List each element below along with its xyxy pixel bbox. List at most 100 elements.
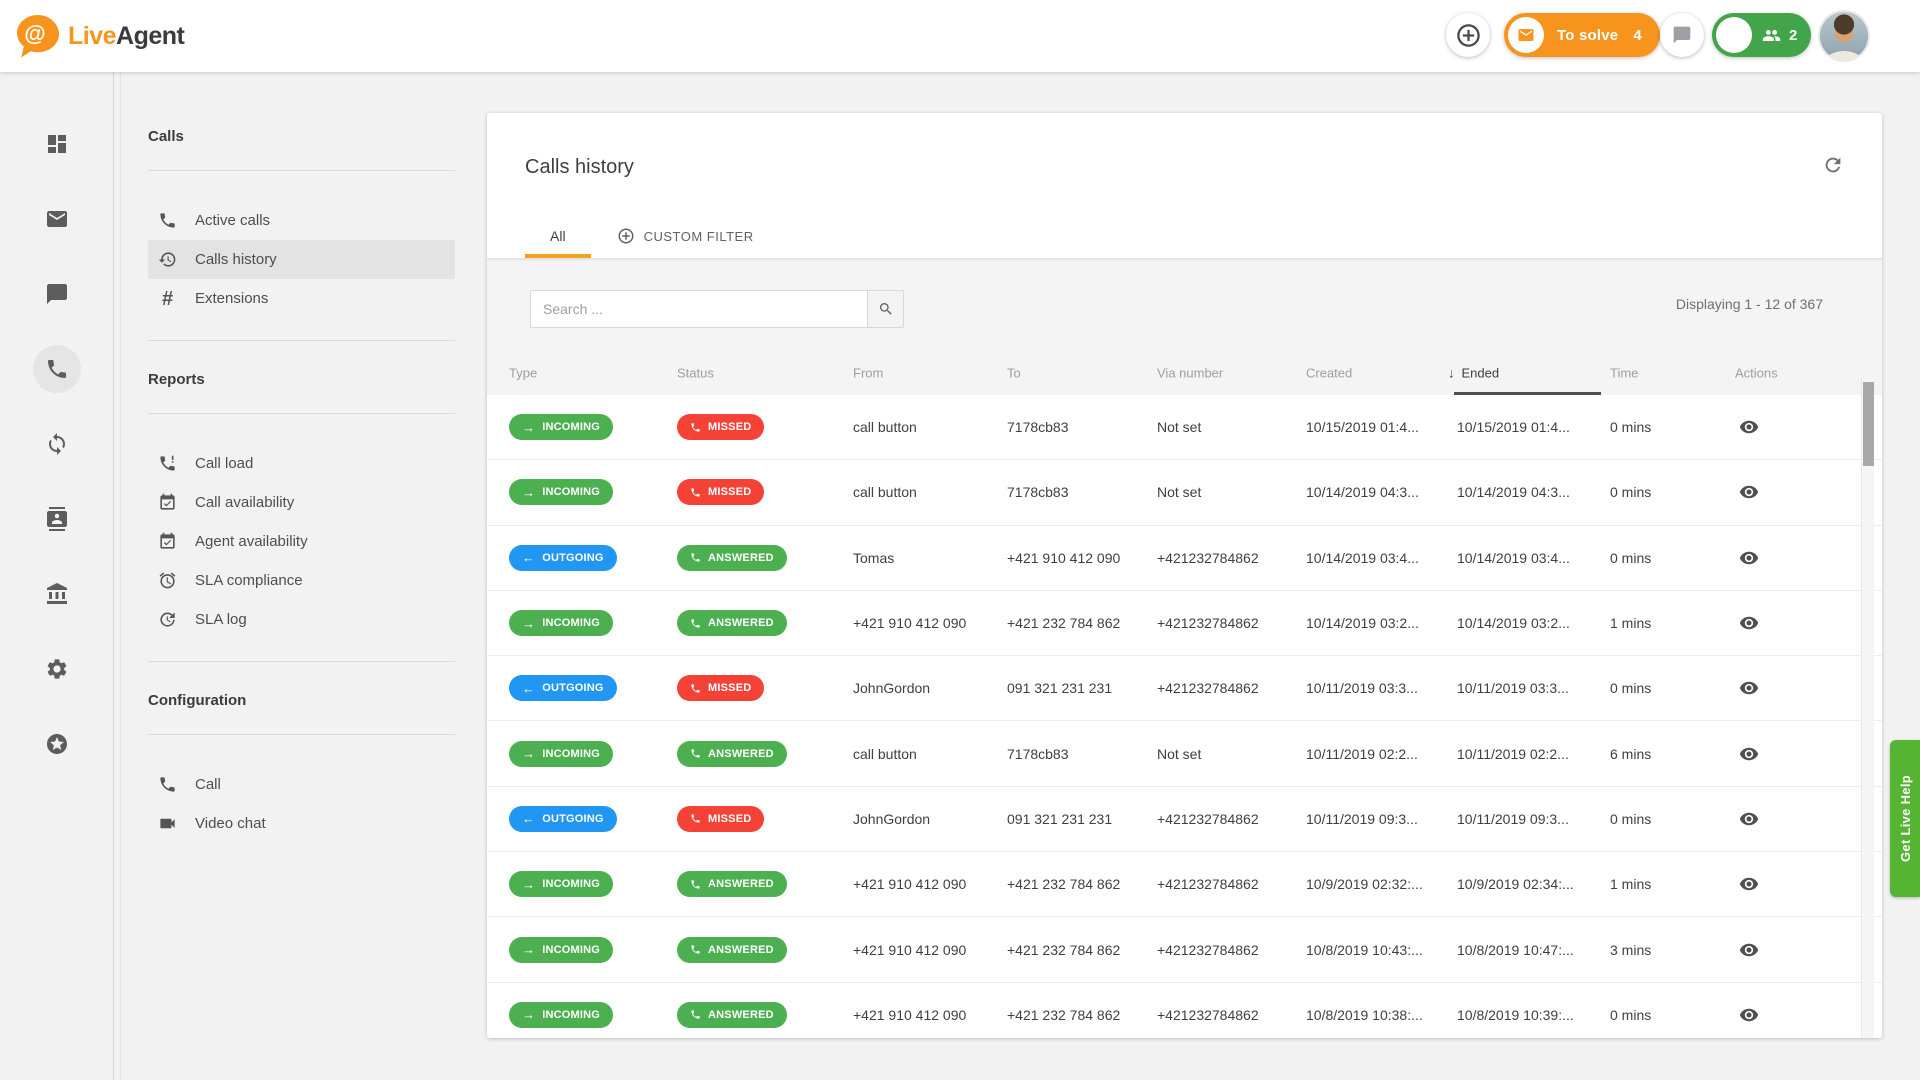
to-solve-button[interactable]: To solve 4 — [1504, 13, 1660, 57]
table-scrollbar-thumb[interactable] — [1863, 382, 1874, 466]
table-row[interactable]: →INCOMINGANSWERED+421 910 412 090+421 23… — [487, 983, 1882, 1038]
table-row[interactable]: →INCOMINGANSWERED+421 910 412 090+421 23… — [487, 917, 1882, 982]
type-badge-label: INCOMING — [542, 617, 600, 629]
cell-ended: 10/9/2019 02:34:... — [1457, 876, 1574, 892]
tab-custom-filter-label: CUSTOM FILTER — [644, 229, 754, 244]
sidebar-item-calls-history[interactable]: Calls history — [148, 240, 455, 279]
cell-type: →INCOMING — [509, 479, 613, 505]
sidebar-item-active-calls[interactable]: Active calls — [148, 201, 455, 240]
type-badge-label: INCOMING — [542, 421, 600, 433]
view-call-button[interactable] — [1735, 413, 1763, 441]
cell-actions — [1735, 870, 1763, 898]
cell-time: 0 mins — [1610, 550, 1651, 566]
cell-to: +421 232 784 862 — [1007, 876, 1120, 892]
column-header-time[interactable]: Time — [1610, 366, 1638, 381]
add-button[interactable] — [1446, 13, 1490, 57]
chats-button[interactable] — [1660, 13, 1704, 57]
column-header-status[interactable]: Status — [677, 366, 714, 381]
sidebar-item-sla-compliance[interactable]: SLA compliance — [148, 561, 455, 600]
cell-to: 7178cb83 — [1007, 484, 1069, 500]
rail-item-star[interactable] — [33, 720, 81, 768]
cell-created: 10/11/2019 03:3... — [1306, 680, 1418, 696]
tab-all[interactable]: All — [525, 214, 591, 258]
cell-ended: 10/14/2019 04:3... — [1457, 484, 1570, 500]
table-row[interactable]: →INCOMINGMISSEDcall button7178cb83Not se… — [487, 395, 1882, 460]
sidebar-item-call[interactable]: Call — [148, 765, 455, 804]
column-header-created[interactable]: Created — [1306, 366, 1352, 381]
rail-item-settings[interactable] — [33, 645, 81, 693]
search-input[interactable] — [530, 290, 868, 328]
view-call-button[interactable] — [1735, 805, 1763, 833]
rail-item-chat[interactable] — [33, 270, 81, 318]
rail-item-phone[interactable] — [33, 345, 81, 393]
bank-icon — [45, 582, 69, 606]
column-header-actions[interactable]: Actions — [1735, 366, 1778, 381]
people-icon — [1762, 26, 1781, 45]
arrow-right-icon: → — [522, 421, 535, 434]
status-badge-label: ANSWERED — [708, 944, 774, 956]
table-row[interactable]: →INCOMINGANSWERED+421 910 412 090+421 23… — [487, 852, 1882, 917]
logo-text-agent: Agent — [116, 22, 184, 51]
search-button[interactable] — [868, 290, 904, 328]
calls-history-panel: Calls history All CUSTOM FILTER — [487, 113, 1882, 1038]
table-row[interactable]: →INCOMINGMISSEDcall button7178cb83Not se… — [487, 460, 1882, 525]
eye-icon — [1739, 613, 1759, 633]
rail-item-bank[interactable] — [33, 570, 81, 618]
refresh-button[interactable] — [1811, 143, 1855, 187]
type-badge-incoming: → INCOMING — [509, 414, 613, 440]
view-call-button[interactable] — [1735, 544, 1763, 572]
nav-section-items: Call loadCall availabilityAgent availabi… — [121, 444, 466, 639]
cell-actions — [1735, 674, 1763, 702]
rail-item-sync[interactable] — [33, 420, 81, 468]
rail-item-dashboard[interactable] — [33, 120, 81, 168]
eye-icon — [1739, 1005, 1759, 1025]
active-calls-button[interactable]: 2 — [1712, 13, 1811, 57]
svg-text:@: @ — [24, 21, 45, 46]
cell-to: +421 232 784 862 — [1007, 1007, 1120, 1023]
sidebar-item-sla-log[interactable]: SLA log — [148, 600, 455, 639]
cell-actions — [1735, 805, 1763, 833]
tab-custom-filter[interactable]: CUSTOM FILTER — [617, 214, 754, 258]
sidebar-item-extensions[interactable]: #Extensions — [148, 279, 455, 318]
tab-bar: All CUSTOM FILTER — [525, 214, 754, 258]
rail-item-mail[interactable] — [33, 195, 81, 243]
panel-body: Displaying 1 - 12 of 367 TypeStatusFromT… — [487, 258, 1882, 1038]
nav-section-items: CallVideo chat — [121, 765, 466, 843]
view-call-button[interactable] — [1735, 478, 1763, 506]
star-icon — [45, 732, 69, 756]
table-row[interactable]: ←OUTGOINGMISSEDJohnGordon091 321 231 231… — [487, 787, 1882, 852]
cell-type: →INCOMING — [509, 1002, 613, 1028]
sidebar-item-video-chat[interactable]: Video chat — [148, 804, 455, 843]
update-icon — [158, 610, 177, 629]
table-row[interactable]: →INCOMINGANSWEREDcall button7178cb83Not … — [487, 721, 1882, 786]
sidebar-item-call-load[interactable]: Call load — [148, 444, 455, 483]
view-call-button[interactable] — [1735, 674, 1763, 702]
table-row[interactable]: ←OUTGOINGMISSEDJohnGordon091 321 231 231… — [487, 656, 1882, 721]
table-scrollbar[interactable] — [1861, 378, 1874, 1038]
cell-created: 10/11/2019 02:2... — [1306, 746, 1418, 762]
column-header-type[interactable]: Type — [509, 366, 537, 381]
view-call-button[interactable] — [1735, 609, 1763, 637]
arrow-right-icon: → — [522, 617, 535, 630]
sidebar-item-agent-availability[interactable]: Agent availability — [148, 522, 455, 561]
sidebar-item-call-availability[interactable]: Call availability — [148, 483, 455, 522]
user-avatar[interactable] — [1818, 10, 1870, 62]
table-row[interactable]: ←OUTGOINGANSWEREDTomas+421 910 412 090+4… — [487, 526, 1882, 591]
nav-divider — [148, 340, 455, 341]
column-header-from[interactable]: From — [853, 366, 883, 381]
column-header-to[interactable]: To — [1007, 366, 1021, 381]
get-live-help-tab[interactable]: Get Live Help — [1890, 740, 1920, 897]
view-call-button[interactable] — [1735, 1001, 1763, 1029]
view-call-button[interactable] — [1735, 870, 1763, 898]
type-badge-label: OUTGOING — [542, 552, 604, 564]
view-call-button[interactable] — [1735, 740, 1763, 768]
icon-rail — [0, 72, 114, 1080]
column-header-ended[interactable]: ↓Ended — [1448, 366, 1499, 381]
table-row[interactable]: →INCOMINGANSWERED+421 910 412 090+421 23… — [487, 591, 1882, 656]
rail-item-contacts[interactable] — [33, 495, 81, 543]
liveagent-logo[interactable]: @ LiveAgent — [14, 12, 184, 60]
cell-time: 1 mins — [1610, 615, 1651, 631]
view-call-button[interactable] — [1735, 936, 1763, 964]
arrow-right-icon: → — [522, 747, 535, 760]
column-header-via[interactable]: Via number — [1157, 366, 1223, 381]
